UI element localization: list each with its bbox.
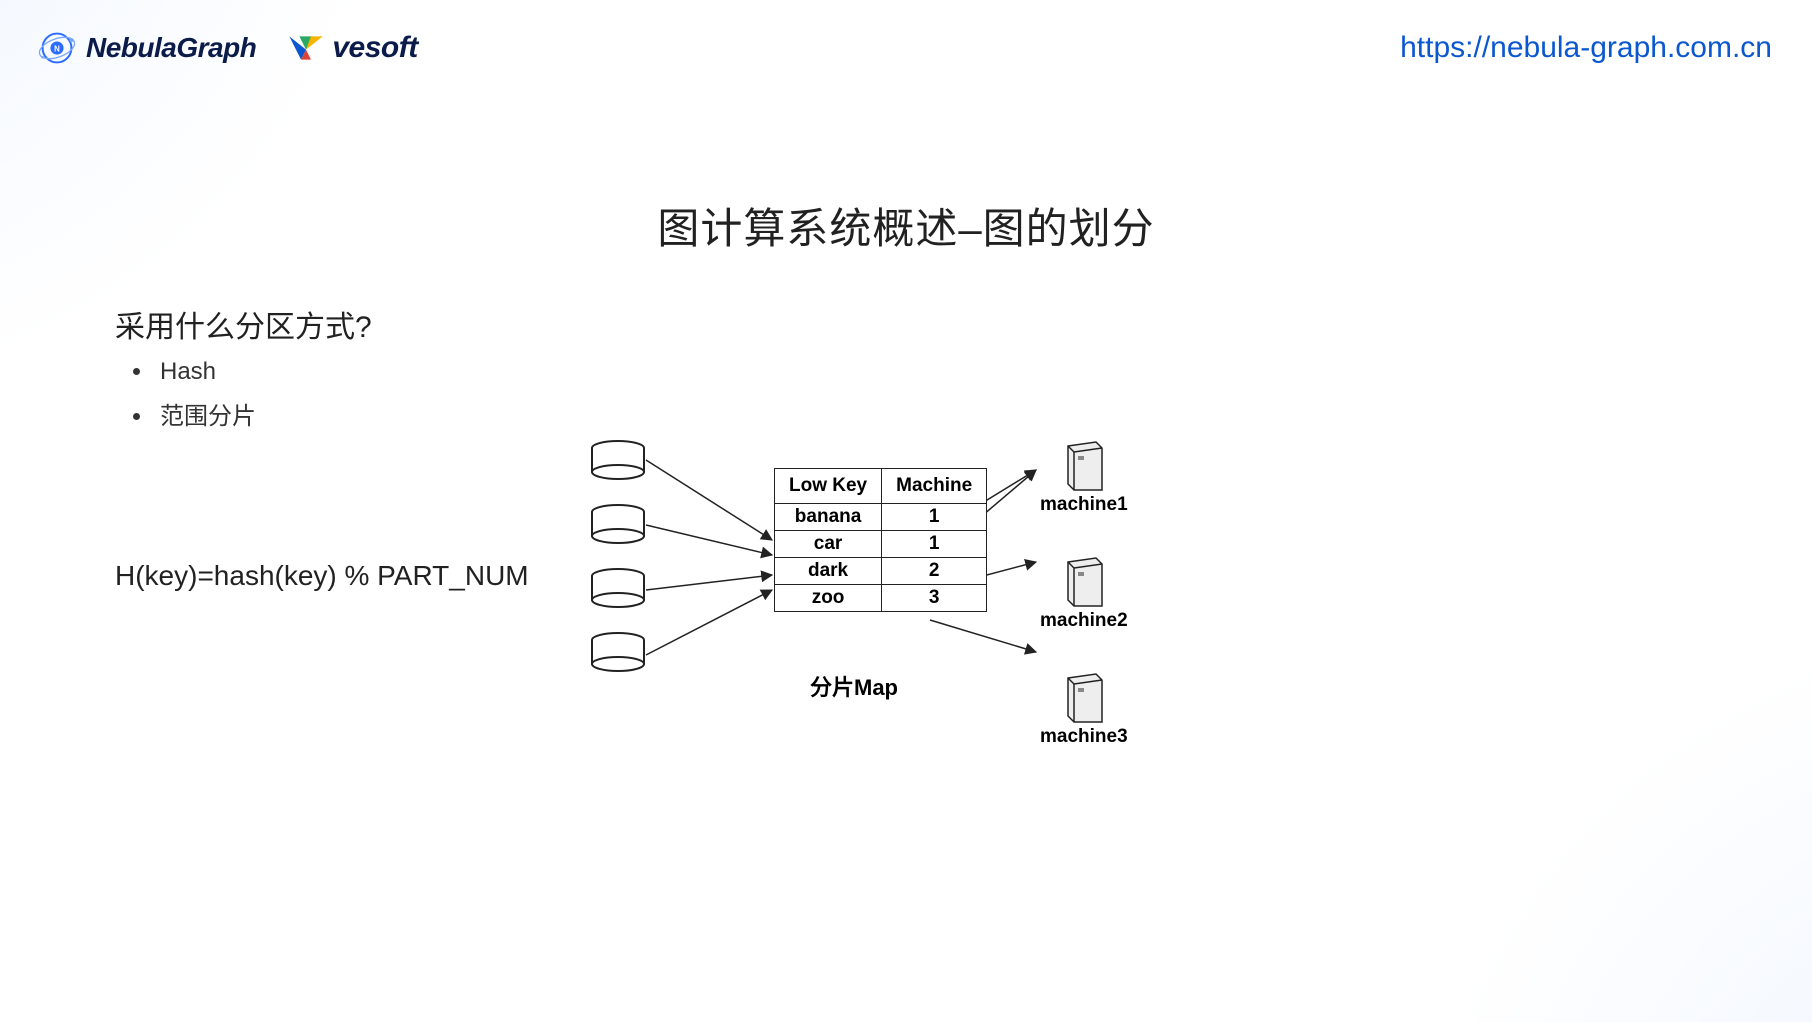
cylinder-icon (590, 440, 646, 480)
vesoft-icon (286, 32, 326, 64)
cylinder-icon (590, 504, 646, 544)
header: N NebulaGraph vesoft https://nebula-grap… (0, 18, 1812, 78)
col-machine: Machine (882, 469, 987, 504)
server-icon (1062, 672, 1106, 724)
bullet-item: 范围分片 (154, 396, 256, 431)
bullet-list: Hash 范围分片 (130, 348, 256, 441)
machine-item: machine2 (1040, 556, 1128, 632)
map-caption: 分片Map (810, 670, 898, 702)
table-header-row: Low Key Machine (775, 469, 987, 504)
table-row: banana1 (775, 504, 987, 531)
datastore-column (590, 440, 646, 672)
nebula-text: NebulaGraph (86, 32, 256, 64)
site-url[interactable]: https://nebula-graph.com.cn (1400, 31, 1772, 65)
col-low-key: Low Key (775, 469, 882, 504)
server-icon (1062, 440, 1106, 492)
svg-text:N: N (54, 44, 60, 53)
machine-label: machine2 (1040, 610, 1128, 632)
nebula-logo: N NebulaGraph (36, 27, 256, 69)
vesoft-logo: vesoft (286, 31, 417, 65)
bullet-item: Hash (154, 358, 256, 386)
cylinder-icon (590, 568, 646, 608)
vesoft-text: vesoft (332, 31, 417, 65)
machine-column: machine1 machine2 machine3 (1040, 440, 1128, 748)
nebula-icon: N (36, 27, 78, 69)
slide-title: 图计算系统概述–图的划分 (0, 195, 1812, 256)
logos: N NebulaGraph vesoft (36, 27, 418, 69)
question-heading: 采用什么分区方式? (115, 302, 372, 346)
server-icon (1062, 556, 1106, 608)
machine-label: machine1 (1040, 494, 1128, 516)
machine-item: machine1 (1040, 440, 1128, 516)
machine-label: machine3 (1040, 726, 1128, 748)
machine-item: machine3 (1040, 672, 1128, 748)
partition-map-table: Low Key Machine banana1 car1 dark2 zoo3 (774, 468, 987, 612)
partition-diagram: Low Key Machine banana1 car1 dark2 zoo3 … (590, 440, 1130, 710)
cylinder-icon (590, 632, 646, 672)
table-row: zoo3 (775, 585, 987, 612)
formula-text: H(key)=hash(key) % PART_NUM (115, 560, 529, 592)
table-row: dark2 (775, 558, 987, 585)
table-row: car1 (775, 531, 987, 558)
